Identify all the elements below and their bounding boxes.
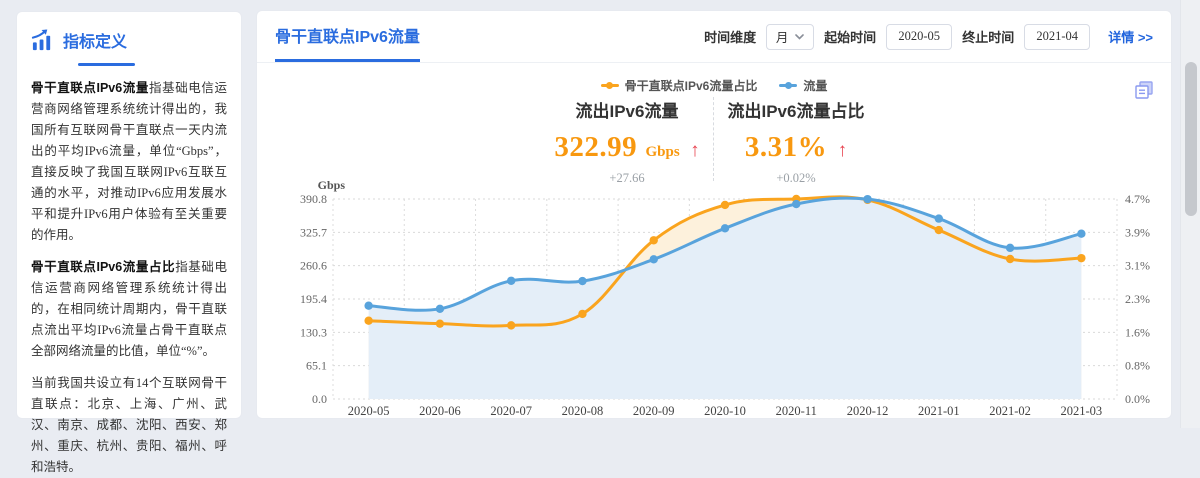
definition-panel-title: 指标定义 [63,28,127,52]
definition-paragraph: 骨干直联点IPv6流量指基础电信运营商网络管理系统统计得出的，我国所有互联网骨干… [31,78,227,246]
svg-text:3.1%: 3.1% [1125,259,1150,273]
definition-panel: 指标定义 骨干直联点IPv6流量指基础电信运营商网络管理系统统计得出的，我国所有… [16,11,242,419]
chart-legend: 骨干直联点IPv6流量占比 流量 [257,77,1171,94]
dimension-label: 时间维度 [704,27,756,46]
svg-text:3.9%: 3.9% [1125,225,1150,239]
definition-term: 骨干直联点IPv6流量 [31,81,149,95]
kpi-value: 3.31% [745,131,827,163]
kpi-unit: Gbps [646,144,680,160]
start-time-input[interactable]: 2020-05 [886,24,952,50]
svg-text:2021-03: 2021-03 [1061,404,1103,418]
legend-label: 流量 [803,77,827,94]
panel-body: 骨干直联点IPv6流量占比 流量 流出IPv6流量 322.99 Gbps ↑ [257,63,1171,418]
svg-text:2020-05: 2020-05 [348,404,390,418]
blue-line-marker-icon [779,84,797,87]
definition-panel-header: 指标定义 [31,28,227,52]
kpi-value: 322.99 [554,131,637,163]
svg-text:2021-01: 2021-01 [918,404,960,418]
time-controls: 时间维度 月 起始时间 2020-05 终止时间 2021-04 详情 >> [704,11,1153,62]
kpi-title: 流出IPv6流量占比 [681,97,911,122]
panel-header: 骨干直联点IPv6流量 时间维度 月 起始时间 2020-05 终止时间 202… [257,11,1171,63]
svg-text:65.1: 65.1 [306,359,327,373]
scrollbar-track[interactable] [1180,0,1200,428]
up-arrow-icon: ↑ [838,140,848,161]
data-view-icon[interactable] [1133,79,1155,101]
svg-text:2020-07: 2020-07 [490,404,532,418]
svg-text:2.3%: 2.3% [1125,292,1150,306]
svg-text:195.4: 195.4 [300,292,327,306]
svg-text:2020-10: 2020-10 [704,404,746,418]
svg-text:2020-08: 2020-08 [562,404,604,418]
definition-term: 骨干直联点IPv6流量占比 [31,260,175,274]
dimension-value: 月 [776,27,789,46]
svg-text:0.0: 0.0 [312,392,327,406]
title-underline [78,63,135,66]
legend-item-traffic[interactable]: 流量 [779,77,827,94]
svg-text:390.8: 390.8 [300,192,327,206]
svg-text:0.8%: 0.8% [1125,359,1150,373]
legend-item-ratio[interactable]: 骨干直联点IPv6流量占比 [601,77,758,94]
svg-text:2020-09: 2020-09 [633,404,675,418]
definition-paragraph: 当前我国共设立有14个互联网骨干直联点：北京、上海、广州、武汉、南京、成都、沈阳… [31,373,227,478]
svg-text:2020-12: 2020-12 [847,404,889,418]
svg-text:325.7: 325.7 [300,225,327,239]
tab-backbone-ipv6-traffic[interactable]: 骨干直联点IPv6流量 [275,11,420,62]
end-time-label: 终止时间 [962,27,1014,46]
traffic-panel: 骨干直联点IPv6流量 时间维度 月 起始时间 2020-05 终止时间 202… [256,10,1172,419]
svg-text:260.6: 260.6 [300,259,327,273]
trend-chart-icon [31,29,54,52]
kpi-outbound-ratio: 流出IPv6流量占比 3.31% ↑ +0.02% [681,97,911,186]
chevron-down-icon [795,34,804,40]
detail-link[interactable]: 详情 >> [1108,27,1153,46]
svg-text:Gbps: Gbps [318,178,346,192]
svg-text:1.6%: 1.6% [1125,325,1150,339]
legend-label: 骨干直联点IPv6流量占比 [625,77,758,94]
right-axis-labels: 4.7% 3.9% 3.1% 2.3% 1.6% 0.8% 0.0% [1125,192,1150,406]
svg-text:2020-11: 2020-11 [776,404,817,418]
start-time-label: 起始时间 [824,27,876,46]
end-time-input[interactable]: 2021-04 [1024,24,1090,50]
orange-line-marker-icon [601,84,619,87]
dimension-select[interactable]: 月 [766,24,814,50]
scrollbar-thumb[interactable] [1185,62,1197,216]
svg-text:2021-02: 2021-02 [989,404,1031,418]
definition-paragraph: 骨干直联点IPv6流量占比指基础电信运营商网络管理系统统计得出的，在相同统计周期… [31,257,227,362]
traffic-chart[interactable]: Gbps390.8 325.7 260.6 195.4 130.3 65.1 0.0 4.7%… [257,175,1173,419]
svg-text:2020-06: 2020-06 [419,404,461,418]
x-axis-labels: 2020-05 2020-06 2020-07 2020-08 2020-09 2020-… [348,404,1102,418]
left-axis-labels: Gbps390.8 325.7 260.6 195.4 130.3 65.1 0.0 [300,178,345,406]
svg-text:0.0%: 0.0% [1125,392,1150,406]
svg-text:4.7%: 4.7% [1125,192,1150,206]
svg-text:130.3: 130.3 [300,325,327,339]
